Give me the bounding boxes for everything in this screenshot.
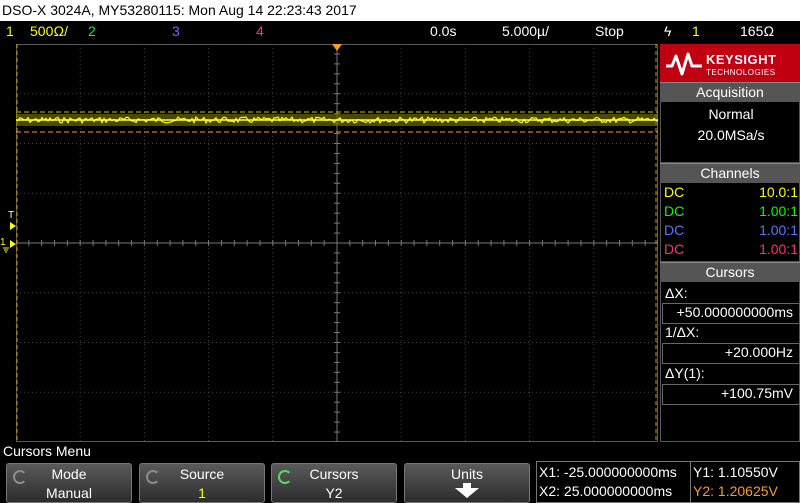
channel-row[interactable]: DC 10.0:1 [664, 183, 798, 202]
cursor-readout: X1: -25.000000000ms X2: 25.000000000ms Y… [536, 461, 800, 503]
run-state[interactable]: Stop [595, 21, 624, 42]
readout-divider [690, 461, 691, 503]
logo-name: KEYSIGHT [706, 52, 777, 67]
menu-title: Cursors Menu [3, 443, 91, 459]
acquisition-header[interactable]: Acquisition [660, 82, 800, 101]
softkey-label: Mode [51, 466, 87, 482]
trigger-source[interactable]: 1 [692, 21, 700, 42]
cursors-box: ΔX: +50.000000000ms 1/ΔX: +20.000Hz ΔY(1… [660, 281, 800, 442]
softkey-value: 1 [198, 485, 206, 501]
waveform-display[interactable] [16, 44, 658, 442]
channel-coupling: DC [664, 222, 685, 238]
cursors-softkey[interactable]: Cursors Y2 [271, 463, 397, 503]
channels-box: DC 10.0:1 DC 1.00:1 DC 1.00:1 DC 1.00:1 [660, 182, 800, 262]
inverse-delta-x-value: +20.000Hz [724, 344, 793, 360]
delta-y-value: +100.75mV [721, 385, 793, 401]
trigger-position-marker [332, 44, 342, 51]
delta-x-label: ΔX: [665, 285, 688, 301]
trigger-level[interactable]: 165Ω [740, 21, 774, 42]
keysight-wave-icon [666, 52, 702, 76]
ch4-number[interactable]: 4 [256, 21, 264, 42]
inverse-delta-x-label: 1/ΔX: [665, 324, 700, 340]
channel-row[interactable]: DC 1.00:1 [664, 221, 798, 240]
channel-coupling: DC [664, 203, 685, 219]
channel-probe: 1.00:1 [759, 241, 798, 257]
softkey-value: Manual [46, 485, 92, 501]
acquisition-box: Normal 20.0MSa/s [660, 101, 800, 163]
acquisition-rate: 20.0MSa/s [697, 127, 765, 143]
delta-y-label: ΔY(1): [665, 365, 705, 381]
acquisition-mode: Normal [708, 106, 754, 122]
y1-readout: Y1: 1.10550V [693, 464, 778, 480]
time-delay[interactable]: 0.0s [430, 21, 456, 42]
channel-probe: 1.00:1 [759, 203, 798, 219]
softkey-label: Source [179, 466, 225, 482]
ch1-ground-marker[interactable]: 1 [0, 237, 6, 248]
channel-probe: 1.00:1 [759, 222, 798, 238]
left-markers: T 1 [0, 44, 16, 442]
channels-header[interactable]: Channels [660, 163, 800, 182]
channel-row[interactable]: DC 1.00:1 [664, 202, 798, 221]
ch1-number[interactable]: 1 [6, 21, 14, 42]
channel-probe: 10.0:1 [759, 184, 798, 200]
ch2-number[interactable]: 2 [88, 21, 96, 42]
title-bar: DSO-X 3024A, MY53280115: Mon Aug 14 22:2… [0, 0, 800, 21]
softkey-label: Units [451, 466, 483, 482]
softkey-label: Cursors [309, 466, 359, 482]
channel-coupling: DC [664, 184, 685, 200]
status-bar: 1 500Ω/ 2 3 4 0.0s 5.000µ/ Stop ϟ 1 165Ω [0, 21, 800, 42]
logo-sub: TECHNOLOGIES [706, 68, 776, 77]
source-softkey[interactable]: Source 1 [139, 463, 265, 503]
mode-softkey[interactable]: Mode Manual [6, 463, 132, 503]
ch1-scale[interactable]: 500Ω/ [30, 21, 68, 42]
graticule [16, 44, 658, 442]
channel-coupling: DC [664, 241, 685, 257]
ch3-number[interactable]: 3 [172, 21, 180, 42]
cursors-header[interactable]: Cursors [660, 262, 800, 281]
x2-readout: X2: 25.000000000ms [539, 483, 673, 499]
time-scale[interactable]: 5.000µ/ [502, 21, 549, 42]
y2-readout: Y2: 1.20625V [693, 483, 778, 499]
delta-x-value: +50.000000000ms [676, 304, 793, 320]
down-arrow-icon [455, 488, 479, 498]
softkey-value: Y2 [325, 485, 343, 501]
units-softkey[interactable]: Units [404, 463, 530, 503]
trigger-edge-icon: ϟ [664, 23, 672, 39]
brand-logo: KEYSIGHT TECHNOLOGIES [660, 44, 800, 84]
info-panel: KEYSIGHT TECHNOLOGIES Acquisition Normal… [660, 44, 800, 442]
x1-readout: X1: -25.000000000ms [539, 464, 677, 480]
channel-row[interactable]: DC 1.00:1 [664, 240, 798, 259]
